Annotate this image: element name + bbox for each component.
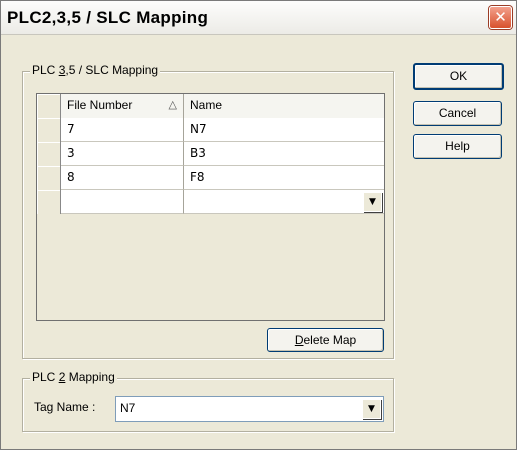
row-selector[interactable]	[37, 118, 61, 142]
tag-name-dropdown-button[interactable]: ▼	[362, 399, 381, 419]
tag-name-select[interactable]: N7 ▼	[115, 396, 384, 422]
file-number-cell[interactable]: 3	[61, 142, 184, 166]
file-number-cell[interactable]: 7	[61, 118, 184, 142]
name-dropdown-button[interactable]: ▼	[363, 192, 382, 212]
column-header-file-number[interactable]: File Number △	[61, 94, 184, 118]
chevron-down-icon: ▼	[368, 404, 375, 414]
mapping-dialog: PLC2,3,5 / SLC Mapping ✕ PLC 3,5 / SLC M…	[0, 0, 517, 450]
dialog-title: PLC2,3,5 / SLC Mapping	[7, 8, 209, 27]
name-cell[interactable]: N7	[184, 118, 384, 142]
column-header-name[interactable]: Name	[184, 94, 384, 118]
cancel-button[interactable]: Cancel	[413, 101, 502, 126]
name-cell[interactable]: B3	[184, 142, 384, 166]
tag-name-value: N7	[120, 401, 136, 415]
help-button[interactable]: Help	[413, 134, 502, 159]
row-selector[interactable]	[37, 190, 61, 214]
table-row: 3 B3	[37, 142, 384, 166]
new-entry-row: ▼	[37, 190, 384, 214]
name-combo-cell[interactable]: ▼	[184, 190, 384, 214]
ok-button[interactable]: OK	[413, 63, 504, 90]
file-number-cell[interactable]	[61, 190, 184, 214]
table-row: 7 N7	[37, 118, 384, 142]
tag-name-label: Tag Name :	[34, 400, 96, 414]
chevron-down-icon: ▼	[369, 197, 376, 207]
grid-header: File Number △ Name	[37, 94, 384, 119]
close-icon: ✕	[494, 8, 507, 26]
header-corner-cell[interactable]	[37, 94, 61, 118]
close-button[interactable]: ✕	[489, 6, 512, 29]
table-row: 8 F8	[37, 166, 384, 190]
sort-ascending-icon: △	[168, 99, 177, 111]
file-number-cell[interactable]: 8	[61, 166, 184, 190]
row-selector[interactable]	[37, 142, 61, 166]
plc2-mapping-legend: PLC 2 Mapping	[30, 370, 117, 384]
row-selector[interactable]	[37, 166, 61, 190]
slc-mapping-legend: PLC 3,5 / SLC Mapping	[30, 63, 161, 77]
delete-map-button[interactable]: Delete Map	[267, 328, 384, 352]
mapping-grid[interactable]: File Number △ Name 7 N7 3 B3 8 F8 ▼	[36, 93, 385, 321]
name-cell[interactable]: F8	[184, 166, 384, 190]
title-bar[interactable]: PLC2,3,5 / SLC Mapping ✕	[1, 1, 516, 35]
